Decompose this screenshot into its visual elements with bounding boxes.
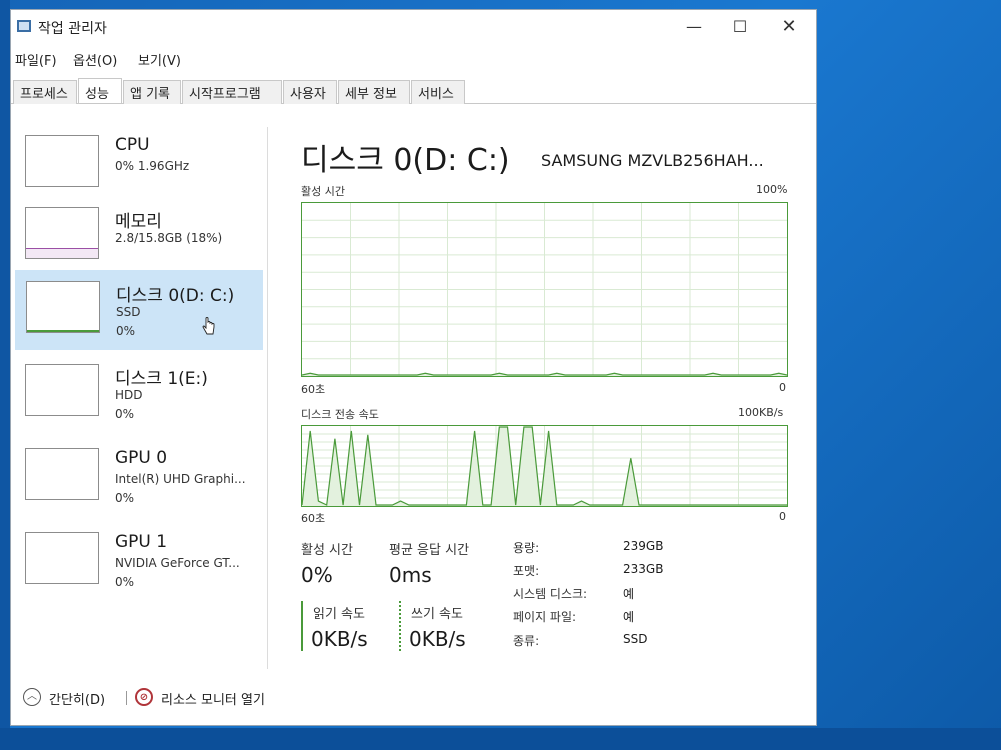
active-time-min: 0 bbox=[779, 381, 786, 394]
disk-model: SAMSUNG MZVLB256HAH... bbox=[541, 151, 764, 170]
sidebar-item-sub: 2.8/15.8GB (18%) bbox=[115, 231, 223, 245]
open-resource-monitor-link[interactable]: 리소스 모니터 열기 bbox=[161, 689, 265, 708]
capacity-label: 용량: bbox=[513, 541, 540, 555]
maximize-button[interactable]: ☐ bbox=[717, 14, 763, 40]
read-rate-bar bbox=[301, 601, 303, 651]
cpu-mini-graph bbox=[25, 135, 99, 187]
system-disk-value: 예 bbox=[623, 587, 635, 601]
write-rate-bar bbox=[399, 601, 401, 651]
response-time-label: 평균 응답 시간 bbox=[389, 543, 470, 558]
sidebar-item-sub: SSD bbox=[116, 305, 141, 319]
sidebar-item-gpu-1[interactable]: GPU 1 NVIDIA GeForce GT... 0% bbox=[15, 522, 263, 602]
tab-app-history[interactable]: 앱 기록 bbox=[123, 80, 181, 104]
sidebar-item-disk-0[interactable]: 디스크 0(D: C:) SSD 0% bbox=[15, 270, 263, 350]
desktop-edge bbox=[0, 0, 10, 750]
sidebar-item-sub: 0% 1.96GHz bbox=[115, 159, 190, 173]
tab-bar: 프로세스 성능 앱 기록 시작프로그램 사용자 세부 정보 서비스 bbox=[11, 78, 816, 104]
disk-1-mini-graph bbox=[25, 364, 99, 416]
disk-detail: 디스크 0(D: C:) SAMSUNG MZVLB256HAH... 활성 시… bbox=[301, 105, 801, 680]
resource-monitor-icon[interactable]: ⊘ bbox=[135, 688, 153, 706]
gpu-0-mini-graph bbox=[25, 448, 99, 500]
sidebar-item-gpu-0[interactable]: GPU 0 Intel(R) UHD Graphi... 0% bbox=[15, 438, 263, 518]
fewer-details-button[interactable]: 간단히(D) bbox=[49, 689, 105, 708]
tab-processes[interactable]: 프로세스 bbox=[13, 80, 77, 104]
type-value: SSD bbox=[623, 632, 648, 646]
resource-sidebar: CPU 0% 1.96GHz 메모리 2.8/15.8GB (18%) 디스크 … bbox=[11, 105, 269, 680]
page-file-label: 페이지 파일: bbox=[513, 610, 577, 624]
window-title: 작업 관리자 bbox=[38, 21, 107, 37]
system-disk-label: 시스템 디스크: bbox=[513, 587, 588, 601]
sidebar-item-usage: 0% bbox=[115, 407, 135, 421]
sidebar-item-sub: NVIDIA GeForce GT... bbox=[115, 556, 240, 570]
active-time-label: 활성 시간 bbox=[301, 185, 345, 198]
chevron-up-circle-icon[interactable]: ︿ bbox=[23, 688, 41, 706]
active-time-stat-value: 0% bbox=[301, 563, 333, 587]
sidebar-item-title: GPU 0 bbox=[115, 448, 168, 468]
menu-options[interactable]: 옵션(O) bbox=[73, 50, 117, 69]
desktop-bottom bbox=[0, 728, 1001, 750]
write-rate-value: 0KB/s bbox=[409, 627, 466, 651]
format-value: 233GB bbox=[623, 562, 664, 576]
tab-details[interactable]: 세부 정보 bbox=[338, 80, 410, 104]
sidebar-item-title: 디스크 1(E:) bbox=[115, 369, 208, 389]
close-button[interactable]: ✕ bbox=[766, 14, 812, 40]
sidebar-item-usage: 0% bbox=[115, 491, 135, 505]
panel-divider bbox=[267, 127, 268, 669]
transfer-rate-range: 60초 bbox=[301, 512, 326, 525]
page-title: 디스크 0(D: C:) bbox=[301, 143, 510, 178]
memory-mini-graph bbox=[25, 207, 99, 259]
tab-startup[interactable]: 시작프로그램 bbox=[182, 80, 282, 104]
transfer-rate-graph bbox=[301, 425, 788, 507]
sidebar-item-sub: HDD bbox=[115, 388, 143, 402]
read-rate-value: 0KB/s bbox=[311, 627, 368, 651]
hand-pointer-icon bbox=[202, 317, 215, 335]
active-time-graph bbox=[301, 202, 788, 377]
sidebar-item-title: 디스크 0(D: C:) bbox=[116, 286, 235, 306]
active-time-max: 100% bbox=[756, 183, 788, 196]
gpu-1-mini-graph bbox=[25, 532, 99, 584]
capacity-value: 239GB bbox=[623, 539, 664, 553]
transfer-rate-min: 0 bbox=[779, 510, 786, 523]
response-time-value: 0ms bbox=[389, 563, 432, 587]
task-manager-window: 작업 관리자 — ☐ ✕ 파일(F) 옵션(O) 보기(V) 프로세스 성능 앱… bbox=[10, 9, 817, 726]
footer-separator bbox=[126, 691, 127, 705]
page-file-value: 예 bbox=[623, 610, 635, 624]
sidebar-item-usage: 0% bbox=[116, 324, 136, 338]
disk-0-mini-graph bbox=[26, 281, 100, 333]
transfer-rate-label: 디스크 전송 속도 bbox=[301, 408, 379, 421]
footer: ︿ 간단히(D) ⊘ 리소스 모니터 열기 bbox=[11, 682, 816, 722]
sidebar-item-usage: 0% bbox=[115, 575, 135, 589]
sidebar-item-disk-1[interactable]: 디스크 1(E:) HDD 0% bbox=[15, 354, 263, 434]
write-rate-label: 쓰기 속도 bbox=[411, 607, 463, 622]
sidebar-item-title: CPU bbox=[115, 135, 150, 155]
tab-users[interactable]: 사용자 bbox=[283, 80, 337, 104]
menu-file[interactable]: 파일(F) bbox=[15, 50, 57, 69]
sidebar-item-title: 메모리 bbox=[115, 212, 162, 232]
menu-view[interactable]: 보기(V) bbox=[138, 50, 181, 69]
task-manager-icon bbox=[17, 20, 31, 32]
active-time-range: 60초 bbox=[301, 383, 326, 396]
tab-performance[interactable]: 성능 bbox=[78, 78, 122, 103]
format-label: 포맷: bbox=[513, 564, 540, 578]
title-bar[interactable]: 작업 관리자 — ☐ ✕ bbox=[11, 10, 816, 44]
performance-panel: CPU 0% 1.96GHz 메모리 2.8/15.8GB (18%) 디스크 … bbox=[11, 105, 816, 680]
sidebar-item-sub: Intel(R) UHD Graphi... bbox=[115, 472, 246, 486]
transfer-rate-max: 100KB/s bbox=[738, 406, 784, 419]
sidebar-item-memory[interactable]: 메모리 2.8/15.8GB (18%) bbox=[15, 197, 263, 277]
active-time-stat-label: 활성 시간 bbox=[301, 543, 353, 558]
type-label: 종류: bbox=[513, 634, 540, 648]
sidebar-item-title: GPU 1 bbox=[115, 532, 168, 552]
minimize-button[interactable]: — bbox=[671, 14, 717, 40]
menu-bar: 파일(F) 옵션(O) 보기(V) bbox=[11, 48, 816, 70]
read-rate-label: 읽기 속도 bbox=[313, 607, 365, 622]
tab-services[interactable]: 서비스 bbox=[411, 80, 465, 104]
sidebar-item-cpu[interactable]: CPU 0% 1.96GHz bbox=[15, 125, 263, 205]
